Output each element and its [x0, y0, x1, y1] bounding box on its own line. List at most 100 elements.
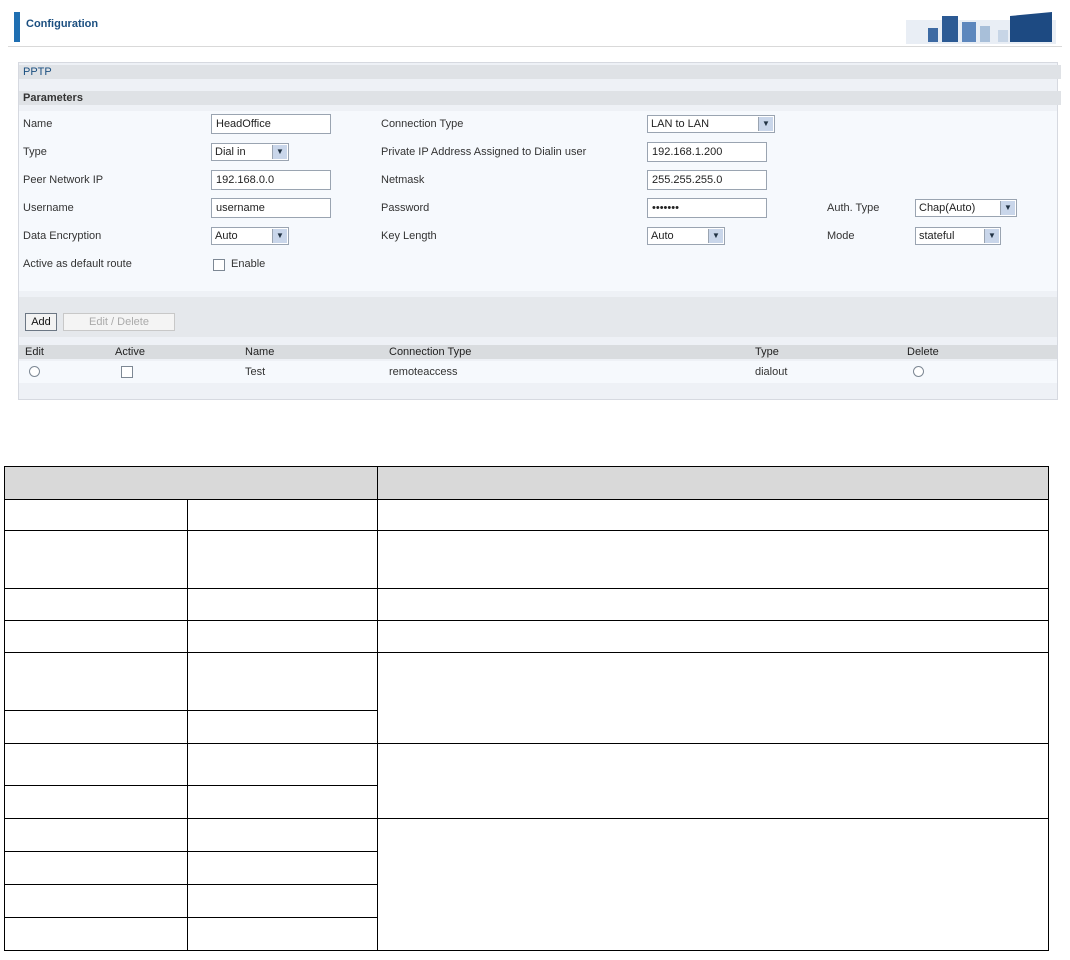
form-row-default-route: Active as default route Enable	[19, 251, 1057, 279]
table-cell	[187, 917, 378, 951]
default-route-checkbox[interactable]	[213, 259, 225, 271]
connection-type-select[interactable]: LAN to LAN ▼	[647, 115, 775, 133]
name-label: Name	[23, 118, 53, 130]
section-title: PPTP	[19, 65, 1061, 79]
type-label: Type	[23, 146, 47, 158]
column-header-delete: Delete	[907, 346, 939, 358]
table-cell	[377, 588, 1049, 621]
table-row	[4, 499, 1049, 531]
table-cell	[187, 884, 378, 918]
table-cell	[4, 710, 188, 744]
data-encryption-label: Data Encryption	[23, 230, 102, 242]
row-type: dialout	[755, 366, 788, 378]
header-accent-bar	[14, 12, 20, 42]
form-row-peer-network: Peer Network IP Netmask	[19, 167, 1057, 195]
data-encryption-value: Auto	[215, 230, 238, 242]
default-route-label: Active as default route	[23, 258, 132, 270]
column-header-connection-type: Connection Type	[389, 346, 472, 358]
column-header-name: Name	[245, 346, 275, 358]
default-route-enable-label: Enable	[231, 258, 266, 270]
password-label: Password	[381, 202, 430, 214]
table-cell	[187, 851, 378, 885]
chevron-down-icon: ▼	[758, 117, 773, 131]
table-cell	[187, 499, 378, 531]
form-row-type: Type Dial in ▼ Private IP Address Assign…	[19, 139, 1057, 167]
mode-label: Mode	[827, 230, 855, 242]
table-cell	[187, 652, 378, 711]
private-ip-input[interactable]	[647, 142, 767, 162]
reference-table-header	[4, 466, 1049, 500]
mode-select[interactable]: stateful ▼	[915, 227, 1001, 245]
table-cell	[187, 620, 378, 653]
data-encryption-select[interactable]: Auto ▼	[211, 227, 289, 245]
password-input[interactable]	[647, 198, 767, 218]
table-cell	[4, 530, 188, 589]
name-input[interactable]	[211, 114, 331, 134]
key-length-label: Key Length	[381, 230, 437, 242]
parameters-header: Parameters	[19, 91, 1061, 105]
netmask-input[interactable]	[647, 170, 767, 190]
table-row	[4, 818, 1049, 951]
chevron-down-icon: ▼	[984, 229, 999, 243]
username-input[interactable]	[211, 198, 331, 218]
auth-type-value: Chap(Auto)	[919, 202, 976, 214]
active-checkbox[interactable]	[121, 366, 133, 378]
button-strip: Add Edit / Delete	[19, 297, 1057, 337]
table-cell	[187, 818, 378, 852]
table-row: Test remoteaccess dialout	[19, 361, 1057, 383]
header-decoration-icon	[906, 12, 1056, 44]
chevron-down-icon: ▼	[272, 229, 287, 243]
form-row-encryption: Data Encryption Auto ▼ Key Length Auto ▼…	[19, 223, 1057, 251]
add-button[interactable]: Add	[25, 313, 57, 331]
column-header-edit: Edit	[25, 346, 44, 358]
reference-header-cell	[4, 466, 378, 500]
table-row	[4, 620, 1049, 653]
connection-type-value: LAN to LAN	[651, 118, 710, 130]
form-row-name: Name Connection Type LAN to LAN ▼	[19, 111, 1057, 139]
table-cell	[187, 710, 378, 744]
key-length-select[interactable]: Auto ▼	[647, 227, 725, 245]
table-cell	[4, 917, 188, 951]
key-length-value: Auto	[651, 230, 674, 242]
table-row	[4, 743, 1049, 819]
mode-value: stateful	[919, 230, 955, 242]
delete-radio[interactable]	[913, 366, 924, 377]
edit-radio[interactable]	[29, 366, 40, 377]
connection-type-label: Connection Type	[381, 118, 464, 130]
table-cell	[4, 884, 188, 918]
row-connection-type: remoteaccess	[389, 366, 458, 378]
table-cell	[377, 530, 1049, 589]
chevron-down-icon: ▼	[708, 229, 723, 243]
table-row	[4, 588, 1049, 621]
reference-table	[4, 466, 1049, 951]
private-ip-label: Private IP Address Assigned to Dialin us…	[381, 146, 587, 158]
table-cell	[4, 818, 188, 852]
page-title: Configuration	[26, 18, 99, 30]
edit-delete-button[interactable]: Edit / Delete	[63, 313, 175, 331]
chevron-down-icon: ▼	[1000, 201, 1015, 215]
table-row	[4, 530, 1049, 589]
table-cell	[4, 851, 188, 885]
auth-type-select[interactable]: Chap(Auto) ▼	[915, 199, 1017, 217]
table-cell	[187, 743, 378, 786]
auth-type-label: Auth. Type	[827, 202, 880, 214]
peer-network-ip-input[interactable]	[211, 170, 331, 190]
chevron-down-icon: ▼	[272, 145, 287, 159]
table-cell	[377, 818, 1049, 951]
table-cell	[377, 499, 1049, 531]
table-cell	[187, 530, 378, 589]
type-value: Dial in	[215, 146, 246, 158]
form-row-credentials: Username Password Auth. Type Chap(Auto) …	[19, 195, 1057, 223]
table-cell	[4, 743, 188, 786]
type-select[interactable]: Dial in ▼	[211, 143, 289, 161]
column-header-active: Active	[115, 346, 145, 358]
table-cell	[187, 588, 378, 621]
parameters-form: Name Connection Type LAN to LAN ▼ Type D…	[19, 111, 1057, 291]
table-cell	[377, 620, 1049, 653]
username-label: Username	[23, 202, 74, 214]
table-row	[4, 652, 1049, 744]
pptp-panel: PPTP Parameters Name Connection Type LAN…	[18, 62, 1061, 400]
table-cell	[4, 588, 188, 621]
list-header: Edit Active Name Connection Type Type De…	[19, 345, 1057, 359]
netmask-label: Netmask	[381, 174, 425, 186]
